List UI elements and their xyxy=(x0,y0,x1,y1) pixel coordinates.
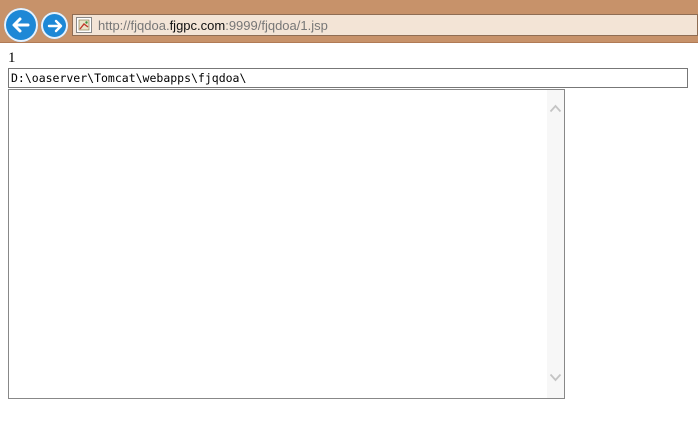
arrow-right-icon xyxy=(47,19,62,32)
page-number-text: 1 xyxy=(8,50,16,66)
address-bar[interactable]: http://fjqdoa.fjgpc.com:9999/fjqdoa/1.js… xyxy=(72,14,698,36)
path-input[interactable]: D:\oaserver\Tomcat\webapps\fjqdoa\ xyxy=(8,68,688,88)
url-prefix: http://fjqdoa. xyxy=(98,17,170,33)
forward-button[interactable] xyxy=(41,12,68,39)
url-suffix: :9999/fjqdoa/1.jsp xyxy=(225,17,328,33)
url-domain: fjgpc.com xyxy=(169,17,226,33)
vertical-scrollbar[interactable] xyxy=(547,90,564,398)
arrow-left-icon xyxy=(12,17,30,33)
back-button[interactable] xyxy=(4,8,38,42)
url-text: http://fjqdoa.fjgpc.com:9999/fjqdoa/1.js… xyxy=(98,18,328,33)
content-textarea[interactable] xyxy=(8,89,565,399)
browser-toolbar: http://fjqdoa.fjgpc.com:9999/fjqdoa/1.js… xyxy=(0,0,698,43)
broken-page-icon xyxy=(76,17,92,33)
chevron-up-icon[interactable] xyxy=(547,100,564,117)
chevron-down-icon[interactable] xyxy=(547,369,564,386)
